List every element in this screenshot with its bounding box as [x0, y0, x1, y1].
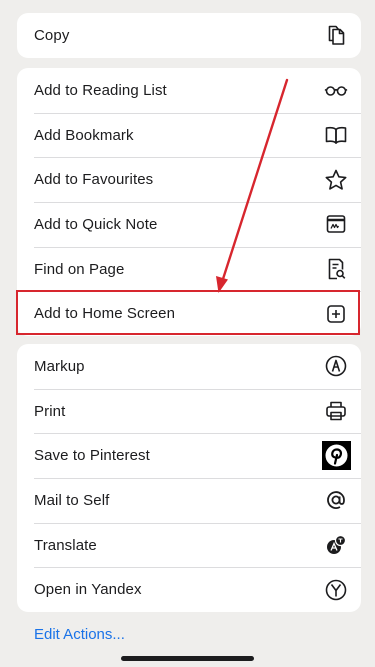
action-add-to-favourites[interactable]: Add to Favourites [17, 157, 361, 202]
action-label: Add to Reading List [34, 81, 167, 99]
action-label: Add Bookmark [34, 126, 134, 144]
pinterest-icon [322, 441, 351, 471]
home-indicator [121, 656, 254, 661]
find-on-page-icon [324, 257, 348, 281]
action-label: Save to Pinterest [34, 447, 150, 465]
star-icon [324, 168, 348, 192]
markup-icon [324, 354, 348, 378]
action-label: Add to Favourites [34, 171, 154, 189]
action-label: Find on Page [34, 260, 125, 278]
action-find-on-page[interactable]: Find on Page [17, 246, 361, 292]
action-open-in-yandex[interactable]: Open in Yandex [17, 567, 361, 612]
action-add-to-quick-note[interactable]: Add to Quick Note [17, 202, 361, 247]
action-label: Copy [34, 26, 70, 44]
action-label: Print [34, 402, 66, 420]
action-label: Add to Quick Note [34, 215, 158, 233]
share-sheet: Copy Add to Reading List Add Bookmark Ad… [0, 0, 375, 667]
action-markup[interactable]: Markup [17, 344, 361, 389]
action-add-bookmark[interactable]: Add Bookmark [17, 112, 361, 158]
actions-group-middle: Add to Reading List Add Bookmark Add to … [17, 68, 361, 337]
printer-icon [324, 399, 348, 423]
action-label: Translate [34, 536, 97, 554]
plus-square-icon [324, 302, 348, 326]
yandex-icon [324, 578, 348, 602]
action-print[interactable]: Print [17, 388, 361, 434]
action-save-to-pinterest[interactable]: Save to Pinterest [17, 433, 361, 478]
action-label: Markup [34, 357, 85, 375]
edit-actions-link[interactable]: Edit Actions... [34, 626, 125, 643]
action-translate[interactable]: Translate [17, 522, 361, 568]
action-copy[interactable]: Copy [17, 13, 361, 58]
at-icon [324, 488, 348, 512]
glasses-icon [324, 78, 348, 102]
quick-note-icon [324, 212, 348, 236]
action-label: Mail to Self [34, 491, 110, 509]
action-mail-to-self[interactable]: Mail to Self [17, 478, 361, 523]
action-add-to-home-screen[interactable]: Add to Home Screen [17, 291, 361, 336]
actions-group-bottom: Markup Print Save to Pinterest Mail to S… [17, 344, 361, 613]
action-label: Open in Yandex [34, 581, 142, 599]
actions-group-top: Copy [17, 13, 361, 58]
book-icon [324, 123, 348, 147]
action-label: Add to Home Screen [34, 305, 176, 323]
copy-icon [324, 23, 348, 47]
action-add-to-reading-list[interactable]: Add to Reading List [17, 68, 361, 113]
translate-icon [324, 533, 348, 557]
